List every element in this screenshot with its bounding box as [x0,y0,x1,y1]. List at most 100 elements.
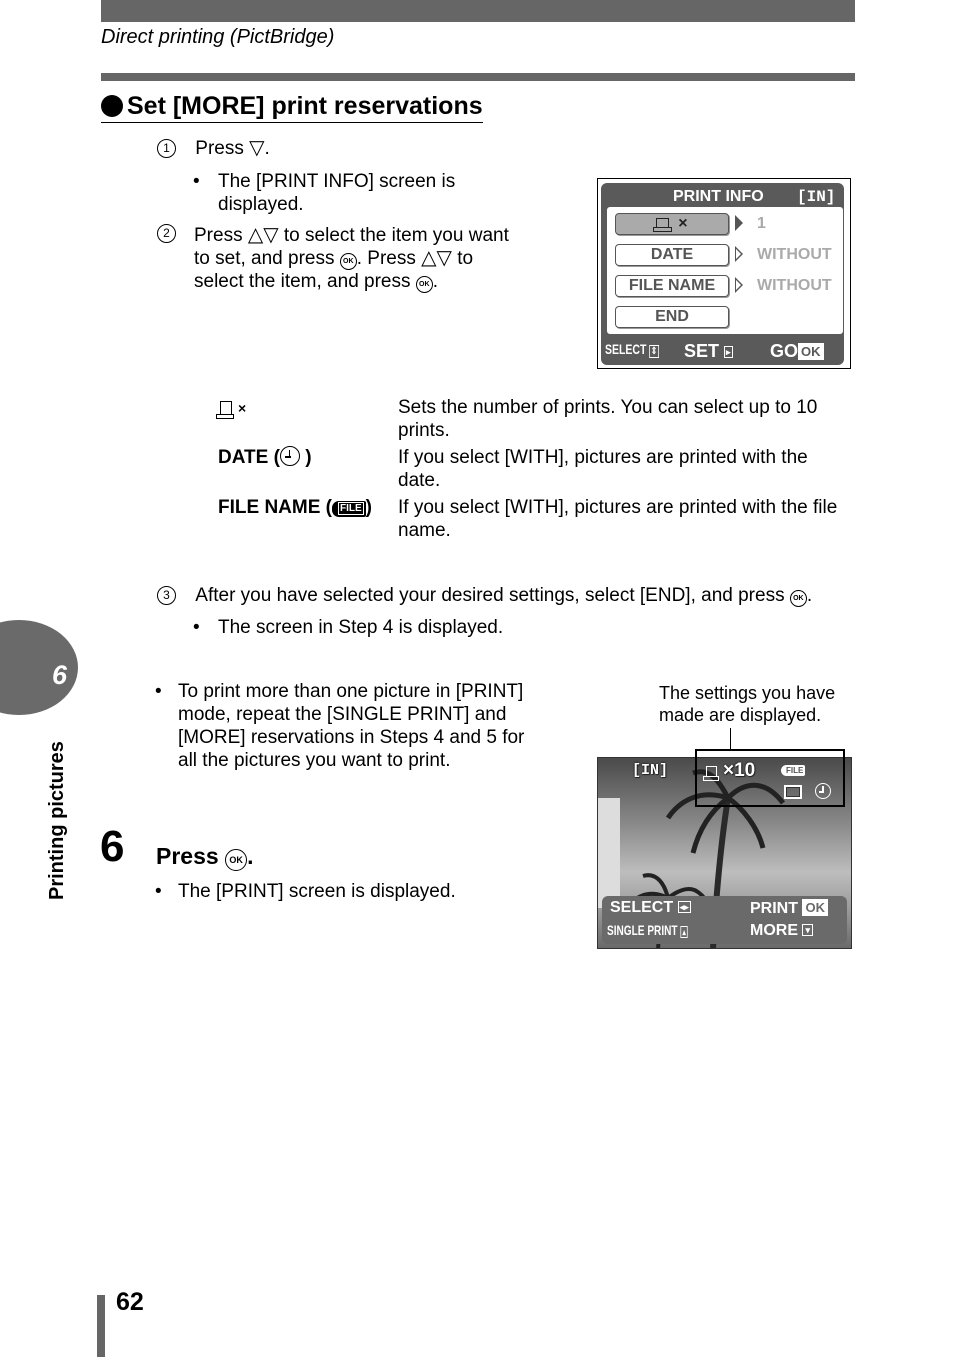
hint-label: SINGLE PRINT [607,922,678,938]
right-icon: ▸ [724,346,733,358]
step-1-bullet: • The [PRINT INFO] screen is displayed. [193,170,493,216]
callout-text: The settings you have made are displayed… [659,683,836,725]
step-text-end: . [806,585,813,606]
term-text: FILE NAME ( [218,497,332,518]
definition-term: DATE ( ) [215,446,398,496]
footer-select: SELECT ⇕ [605,341,659,358]
print-screen-footer: SELECT ◂▸ PRINT OK SINGLE PRINT ▴ MORE ▾ [602,896,847,944]
file-icon: FILE [332,501,366,517]
print-icon [216,401,234,419]
ok-icon: OK [802,899,828,916]
ok-icon: OK [798,343,824,360]
hint-label: SELECT [610,899,674,916]
footer-go: GO OK [770,341,824,362]
up-down-icon: ⇕ [649,345,659,358]
print-info-screen: PRINT INFO [IN] × 1 DATE WITHOUT FILE NA… [597,178,851,369]
filled-circle-icon [101,95,123,117]
settings-definitions: × Sets the number of prints. You can sel… [215,396,855,546]
step-6-number: 6 [100,822,125,871]
down-icon: ▾ [802,924,813,936]
definition-row: DATE ( ) If you select [WITH], pictures … [215,446,855,496]
step-text: to [457,248,474,269]
page-number: 62 [116,1288,144,1316]
section-title: Direct printing (PictBridge) [101,26,335,48]
left-right-icon: ◂▸ [677,901,691,913]
up-down-arrow-icon: △▽ [421,247,452,269]
hint-label: MORE [750,922,798,939]
lcd-title: PRINT INFO [673,188,764,205]
note: • To print more than one picture in [PRI… [155,681,525,771]
more-hint: MORE ▾ [750,922,813,940]
footer-label: SET [684,341,720,361]
definition-desc: Sets the number of prints. You can selec… [398,397,818,441]
ok-button-icon: OK [789,590,807,607]
footer-set: SET ▸ [684,341,733,362]
definition-term: FILE NAME (FILE) [215,496,398,546]
single-print-hint: SINGLE PRINT ▴ [607,922,688,938]
step-text-end: . [264,138,270,159]
menu-item-value: 1 [757,215,766,232]
menu-item-label: × [678,215,688,232]
bullet-text: The screen in Step 4 is displayed. [218,617,504,638]
memory-indicator: [IN] [797,188,836,206]
term-text: ) [365,497,372,518]
callout-line [730,728,731,750]
footer-label: GO [770,341,799,361]
menu-item-prints[interactable]: × [615,213,729,235]
term-text: DATE ( [218,447,280,468]
menu-item-value: WITHOUT [757,277,832,294]
menu-item-end[interactable]: END [615,306,729,328]
divider-bar [101,73,855,81]
print-hint: PRINT OK [750,899,828,918]
chapter-number: 6 [52,660,68,690]
page-bar [97,1295,105,1357]
ok-button-icon: OK [225,849,248,871]
definition-desc: If you select [WITH], pictures are print… [398,447,808,491]
clock-icon [279,446,300,466]
arrow-icon [735,246,743,262]
ok-button-icon: OK [415,276,433,293]
step-3: 3 After you have selected your desired s… [157,584,812,607]
up-down-arrow-icon: △▽ [247,224,279,246]
down-arrow-icon: ▽ [249,137,265,159]
building [598,798,620,908]
step-1: 1 Press ▽. [157,137,270,160]
menu-item-date[interactable]: DATE [615,244,729,266]
step-text: After you have selected your desired set… [195,585,785,606]
ok-button-icon: OK [339,253,357,270]
step-text: Press [195,138,244,159]
step-text: to set, and press [194,248,335,269]
chapter-label: Printing pictures [46,741,68,900]
heading: Set [MORE] print reservations [101,92,483,123]
step-number: 2 [157,224,176,243]
step-6-bullet: • The [PRINT] screen is displayed. [155,880,555,903]
step-text: to select the item you want [283,225,509,246]
heading-title: Set [MORE] print reservations [127,92,483,120]
selected-arrow-icon [735,215,743,231]
definition-row: FILE NAME (FILE) If you select [WITH], p… [215,496,855,546]
footer-label: SELECT [605,341,647,357]
definition-row: × Sets the number of prints. You can sel… [215,396,855,446]
up-icon: ▴ [680,926,688,938]
step-number: 1 [157,139,176,158]
hint-label: PRINT [750,900,798,917]
definition-term: × [215,396,398,446]
definition-desc: If you select [WITH], pictures are print… [398,497,838,541]
step-text: . Press [356,248,416,269]
select-hint: SELECT ◂▸ [610,899,691,917]
bullet-text: The [PRINT INFO] screen is displayed. [218,171,456,215]
step-number: 3 [157,586,176,605]
callout-box [695,749,845,807]
menu-item-value: WITHOUT [757,246,832,263]
menu-item-file-name[interactable]: FILE NAME [615,275,729,297]
note-text: To print more than one picture in [PRINT… [178,681,525,771]
lcd-frame: PRINT INFO [IN] × 1 DATE WITHOUT FILE NA… [601,183,844,365]
top-bar [101,0,855,22]
step-title-text: Press [156,843,219,869]
print-icon [653,218,673,232]
arrow-icon [735,277,743,293]
step-text: select the item, and press [194,271,411,292]
term-text: ) [305,447,312,468]
bullet-text: The [PRINT] screen is displayed. [178,881,456,902]
term-text: × [238,400,247,416]
